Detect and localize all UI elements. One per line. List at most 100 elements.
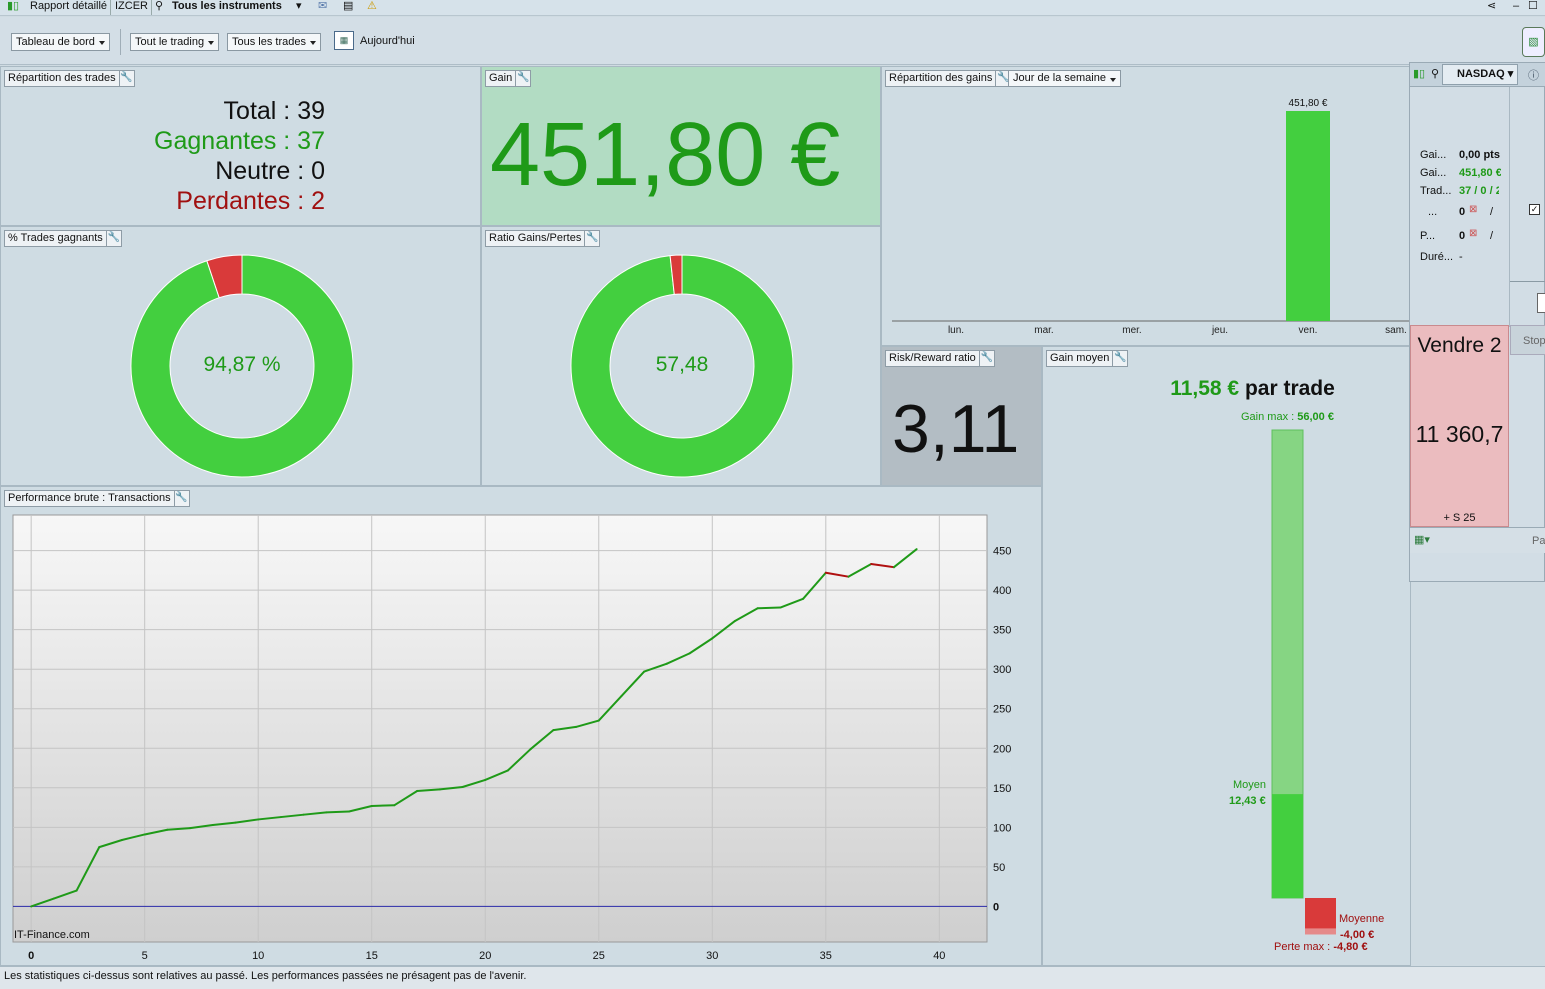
x-tick-label: mar. (1034, 325, 1053, 336)
sell-sub: + S 25 (1443, 512, 1476, 524)
winning-percentage-panel: % Trades gagnants 🔧 94,87 % (0, 226, 481, 486)
share-icon[interactable]: ⋖ (1484, 0, 1499, 15)
y-tick-label: 350 (993, 625, 1011, 637)
dashboard-dropdown[interactable]: Tableau de bord (11, 33, 110, 51)
loss-max: Perte max : -4,80 € (1274, 941, 1368, 953)
calendar-icon[interactable]: ▦ (334, 31, 354, 50)
period-dropdown[interactable]: Jour de la semaine (1008, 70, 1121, 87)
x-tick-label: lun. (948, 325, 964, 336)
stat-value: 0 (1459, 206, 1466, 218)
info-icon[interactable]: ⓘ (1528, 67, 1539, 83)
panel-title[interactable]: Ratio Gains/Pertes 🔧 (485, 230, 601, 247)
separator-slash: / (1490, 230, 1494, 242)
loss-max-value: -4,80 € (1333, 941, 1368, 953)
wrench-icon[interactable]: 🔧 (978, 350, 994, 367)
y-tick-label: 0 (993, 901, 999, 913)
trading-filter-dropdown[interactable]: Tout le trading (130, 33, 220, 51)
tab-account[interactable]: IZCER (112, 0, 152, 15)
x-tick-label: ven. (1299, 325, 1318, 336)
plot-area (12, 514, 988, 943)
wrench-icon[interactable]: 🔧 (118, 70, 134, 87)
link-icon[interactable]: ⚲ (1431, 67, 1439, 80)
stat-label: Trad... (1420, 185, 1452, 197)
stat-label: ... (1428, 206, 1438, 218)
stat-value: 37 / 0 / 2 (1459, 185, 1499, 197)
tab-detailed-report[interactable]: Rapport détaillé (27, 0, 112, 15)
sell-price: 11 360,7 (1415, 421, 1504, 447)
panel-title[interactable]: Répartition des gains 🔧 (885, 70, 1012, 87)
average-value: 12,43 € (1229, 795, 1266, 807)
toolbar: Tableau de bord Tout le trading Tous les… (0, 17, 1545, 65)
checkbox[interactable]: ✓ (1529, 204, 1540, 215)
y-tick-label: 100 (993, 822, 1011, 834)
x-tick-label: 35 (820, 950, 832, 962)
panel-title[interactable]: Gain 🔧 (485, 70, 532, 87)
chart-app-icon[interactable]: ▧ (1522, 27, 1545, 57)
stat-value: - (1459, 251, 1463, 263)
stop-label: Stop (1523, 335, 1545, 347)
pa-label: Pa (1532, 535, 1545, 547)
x-tick-label: 25 (593, 950, 605, 962)
neutral-trades: Neutre : 0 (215, 157, 325, 185)
grid-icon[interactable]: ▦▾ (1414, 533, 1430, 546)
warning-icon[interactable]: ⚠ (364, 0, 380, 15)
stat-value: 451,80 € (1459, 167, 1501, 179)
stat-label: Gai... (1420, 149, 1447, 161)
x-tick-label: 40 (933, 950, 945, 962)
loss-average-label: Moyenne (1339, 913, 1385, 925)
bar (1286, 111, 1330, 321)
candle-icon: ▮▯ (7, 0, 20, 12)
toolbar-divider (120, 29, 121, 55)
gain-loss-ratio-value: 57,48 (655, 353, 709, 376)
sell-button[interactable]: Vendre 2 11 360,7 + S 25 (1410, 325, 1509, 527)
wrench-icon[interactable]: 🔧 (105, 230, 121, 247)
order-panel-footer: ▦▾ Pa (1410, 527, 1545, 553)
winning-trades: Gagnantes : 37 (154, 127, 325, 155)
chevron-down-icon: ▾ (296, 0, 302, 12)
status-bar: Les statistiques ci-dessus sont relative… (0, 966, 1545, 989)
stop-button[interactable]: Stop (1510, 325, 1545, 355)
trades-distribution-panel: Répartition des trades 🔧 Total : 39 Gagna… (0, 66, 481, 226)
watermark: IT-Finance.com (14, 929, 90, 941)
minimize-icon[interactable]: – (1510, 0, 1522, 15)
panel-title-label: Risk/Reward ratio (889, 352, 976, 364)
average-gain-bars (1271, 429, 1336, 935)
order-panel-header: ▮▯ ⚲ NASDAQ ▾ ⓘ (1410, 63, 1545, 87)
document-icon[interactable]: ▤ (340, 0, 356, 15)
equity-segment (325, 810, 351, 814)
y-tick-label: 300 (993, 664, 1011, 676)
panel-title[interactable]: Répartition des trades 🔧 (4, 70, 135, 87)
equity-segment (756, 606, 782, 610)
close-icon[interactable]: ⊠ (1469, 228, 1477, 239)
close-icon[interactable]: ⊠ (1469, 204, 1477, 215)
panel-title[interactable]: Risk/Reward ratio 🔧 (885, 350, 995, 367)
wrench-icon[interactable]: 🔧 (515, 70, 530, 87)
order-panel: ▮▯ ⚲ NASDAQ ▾ ⓘ Gai... 0,00 pts Gai... 4… (1409, 62, 1545, 582)
wrench-icon[interactable]: 🔧 (584, 230, 599, 247)
trades-filter-dropdown[interactable]: Tous les trades (227, 33, 321, 51)
gains-distribution-panel: Répartition des gains 🔧 Jour de la semain… (881, 66, 1411, 346)
instrument-dropdown[interactable]: NASDAQ ▾ (1442, 64, 1518, 85)
y-tick-label: 50 (993, 862, 1005, 874)
total-gain-value: 451,80 € (490, 105, 841, 205)
sell-title: Vendre 2 (1417, 334, 1502, 357)
average-label: Moyen (1233, 779, 1267, 791)
maximize-icon[interactable]: ☐ (1525, 0, 1541, 15)
today-button[interactable]: Aujourd'hui (360, 35, 415, 47)
x-tick-label: 10 (252, 950, 264, 962)
x-tick-label: jeu. (1211, 325, 1228, 336)
x-tick-label: 0 (28, 950, 34, 962)
x-tick-label: 5 (142, 950, 148, 962)
stat-value: 0,00 pts (1459, 149, 1500, 161)
stat-label: P... (1420, 230, 1436, 242)
performance-line-chart: 0 5 10 15 20 25 30 35 40050100150200250300350400… (12, 514, 1011, 962)
y-tick-label: 200 (993, 743, 1011, 755)
quantity-input[interactable] (1537, 293, 1545, 313)
y-tick-label: 250 (993, 704, 1011, 716)
mail-icon[interactable]: ✉ (315, 0, 330, 15)
equity-segment (370, 804, 396, 807)
panel-title[interactable]: % Trades gagnants 🔧 (4, 230, 122, 247)
instrument-selector[interactable]: Tous les instruments (169, 0, 285, 15)
x-tick-label: sam. (1385, 325, 1407, 336)
x-tick-label: mer. (1122, 325, 1141, 336)
